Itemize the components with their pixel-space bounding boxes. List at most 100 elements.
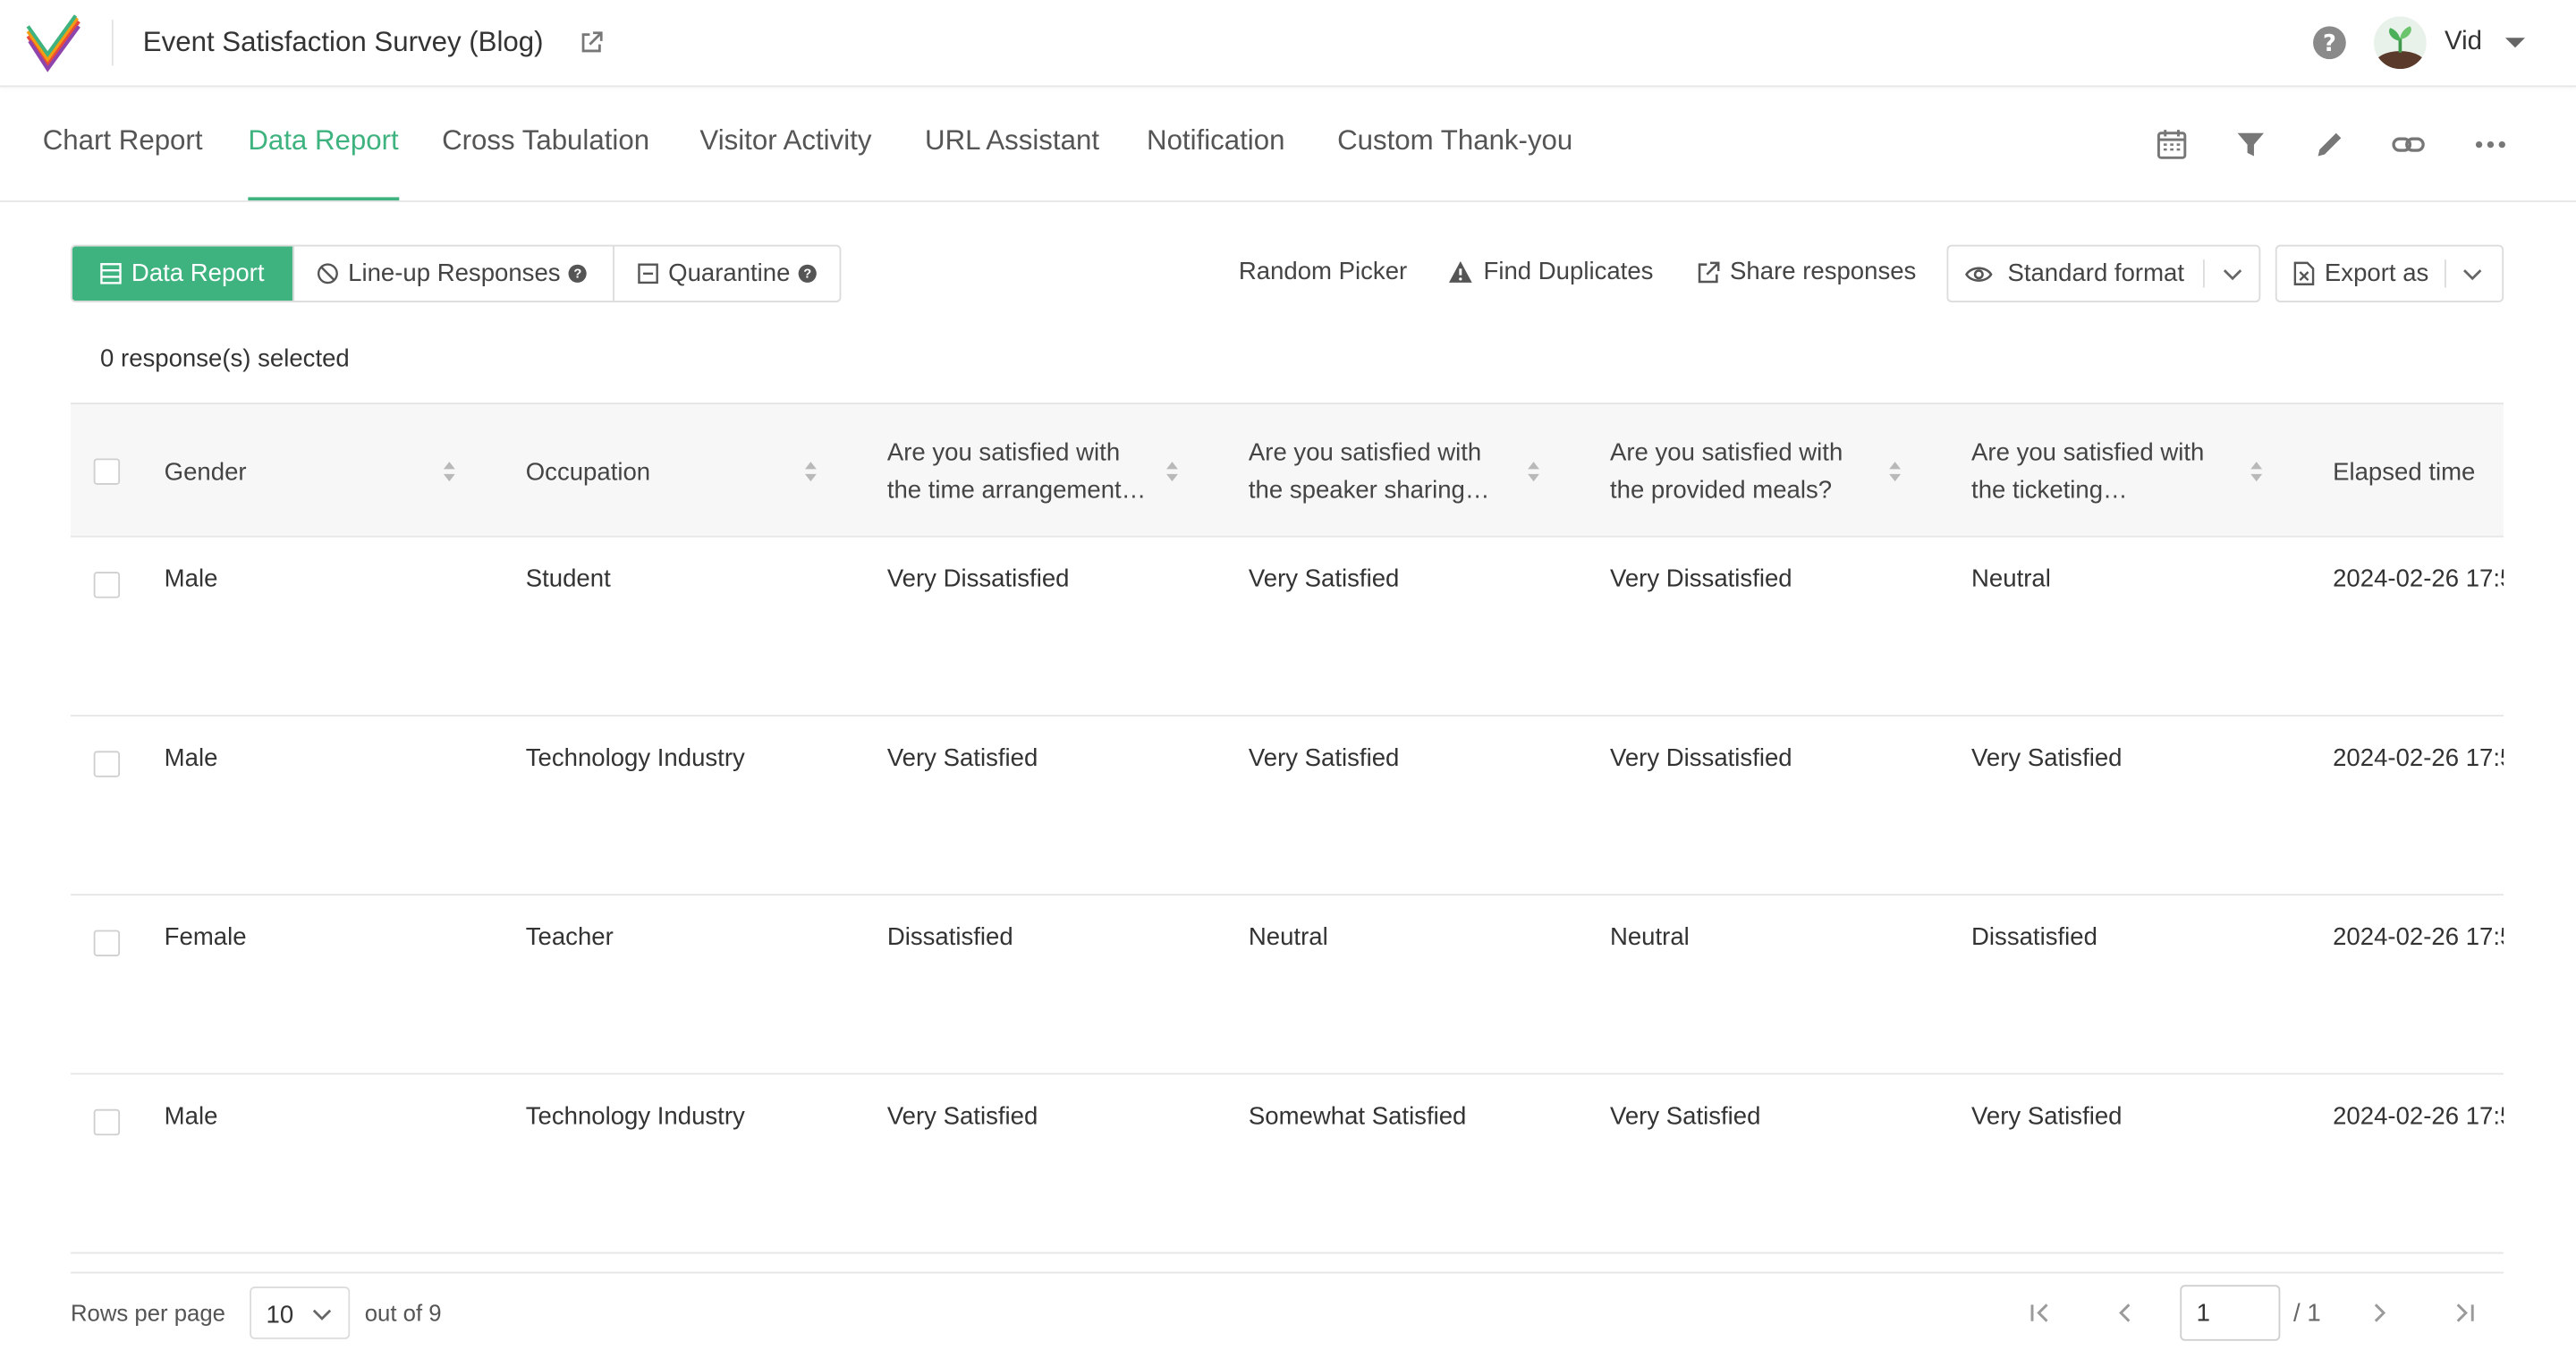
cell-elapsed-time: 2024-02-26 17:5 <box>2333 923 2504 952</box>
sort-icon[interactable] <box>1165 460 1180 483</box>
page-number-input[interactable]: 1 <box>2180 1285 2281 1341</box>
user-name[interactable]: Vid <box>2445 28 2482 57</box>
help-icon[interactable]: ? <box>798 264 817 283</box>
table-row[interactable]: Male Technology Industry Very Satisfied Som… <box>70 1074 2504 1254</box>
dropdown-divider <box>2202 259 2205 288</box>
table-icon <box>100 263 122 284</box>
rows-per-page-select[interactable]: 10 <box>250 1286 351 1339</box>
chevron-down-icon <box>2463 268 2483 280</box>
cell-provided-meals: Very Dissatisfied <box>1609 565 1792 594</box>
segment-quarantine[interactable]: Quarantine ? <box>614 247 840 301</box>
tab-custom-thank-you[interactable]: Custom Thank-you <box>1337 125 1572 158</box>
cell-provided-meals: Very Dissatisfied <box>1609 744 1792 773</box>
filter-icon[interactable] <box>2233 126 2268 162</box>
find-duplicates-button[interactable]: Find Duplicates <box>1447 258 1654 286</box>
column-header-line2: the speaker sharing… <box>1248 476 1490 505</box>
row-checkbox[interactable] <box>93 930 121 956</box>
cell-occupation: Technology Industry <box>525 744 745 773</box>
page-total: / 1 <box>2293 1299 2321 1329</box>
row-checkbox[interactable] <box>93 572 121 599</box>
share-responses-button[interactable]: Share responses <box>1697 258 1917 286</box>
segment-quarantine-label: Quarantine <box>668 259 791 288</box>
app-logo-icon[interactable] <box>23 14 82 74</box>
pencil-icon[interactable] <box>2311 126 2347 162</box>
tab-notification[interactable]: Notification <box>1147 125 1284 158</box>
external-link-icon[interactable] <box>579 30 605 55</box>
selection-summary: 0 response(s) selected <box>100 344 350 373</box>
cell-time-arrangement: Very Satisfied <box>886 1102 1038 1131</box>
cell-time-arrangement: Very Satisfied <box>886 744 1038 773</box>
sort-icon[interactable] <box>2249 460 2264 483</box>
app-root: Event Satisfaction Survey (Blog) ? Vid C… <box>0 0 2576 1367</box>
sort-icon[interactable] <box>803 460 818 483</box>
avatar[interactable] <box>2374 16 2427 70</box>
rows-per-page-value: 10 <box>266 1301 294 1329</box>
column-header-elapsed-time[interactable]: Elapsed time <box>2333 404 2504 539</box>
cell-time-arrangement: Very Dissatisfied <box>886 565 1070 594</box>
cell-speaker-sharing: Very Satisfied <box>1248 565 1400 594</box>
eye-icon <box>1965 266 1993 281</box>
table-row[interactable]: Male Student Very Dissatisfied Very Satisfi… <box>70 538 2504 717</box>
segment-data-report[interactable]: Data Report <box>72 246 294 301</box>
sort-icon[interactable] <box>1526 460 1541 483</box>
sort-icon[interactable] <box>442 460 457 483</box>
cell-provided-meals: Neutral <box>1609 923 1690 952</box>
cell-speaker-sharing: Somewhat Satisfied <box>1248 1102 1467 1131</box>
cell-gender: Male <box>164 565 218 594</box>
help-icon[interactable]: ? <box>2311 25 2347 61</box>
last-page-icon[interactable] <box>2451 1300 2477 1326</box>
help-icon[interactable]: ? <box>568 264 587 283</box>
chevron-down-icon <box>312 1309 332 1320</box>
format-dropdown[interactable]: Standard format <box>1946 244 2261 302</box>
next-page-icon[interactable] <box>2366 1300 2392 1326</box>
calendar-icon[interactable] <box>2154 126 2190 162</box>
ban-icon <box>317 263 338 284</box>
svg-text:?: ? <box>2323 30 2336 57</box>
column-header-line1: Are you satisfied with <box>1248 438 1482 467</box>
column-header-ticketing[interactable]: Are you satisfied with the ticketing… <box>1971 404 2250 539</box>
find-duplicates-label: Find Duplicates <box>1483 258 1654 286</box>
cell-speaker-sharing: Very Satisfied <box>1248 744 1400 773</box>
cell-ticketing: Very Satisfied <box>1971 744 2123 773</box>
previous-page-icon[interactable] <box>2113 1300 2139 1326</box>
format-label: Standard format <box>2007 259 2185 288</box>
chevron-down-icon[interactable] <box>2504 35 2527 51</box>
column-header-line2: the time arrangement… <box>886 476 1147 505</box>
first-page-icon[interactable] <box>2027 1300 2053 1326</box>
cell-ticketing: Very Satisfied <box>1971 1102 2123 1131</box>
external-link-icon <box>1698 260 1720 283</box>
column-header-time-arrangement[interactable]: Are you satisfied with the time arrangem… <box>887 404 1166 539</box>
cell-gender: Male <box>164 1102 218 1131</box>
chevron-down-icon <box>2223 268 2241 280</box>
cell-provided-meals: Very Satisfied <box>1609 1102 1761 1131</box>
column-header-line1: Occupation <box>525 457 651 486</box>
tab-chart-report[interactable]: Chart Report <box>43 125 203 158</box>
more-icon[interactable] <box>2472 126 2508 162</box>
column-header-speaker-sharing[interactable]: Are you satisfied with the speaker shari… <box>1249 404 1528 539</box>
column-header-gender[interactable]: Gender <box>165 404 444 539</box>
tab-data-report[interactable]: Data Report <box>248 125 398 158</box>
tab-cross-tabulation[interactable]: Cross Tabulation <box>442 125 649 158</box>
table-header: Gender Occupation Are you satisfied with… <box>70 402 2504 539</box>
random-picker-button[interactable]: Random Picker <box>1239 258 1407 285</box>
segment-line-up-responses[interactable]: Line-up Responses ? <box>294 246 614 301</box>
tab-url-assistant[interactable]: URL Assistant <box>925 125 1099 158</box>
sort-icon[interactable] <box>1887 460 1902 483</box>
link-icon[interactable] <box>2390 126 2426 162</box>
row-checkbox[interactable] <box>93 751 121 777</box>
column-header-occupation[interactable]: Occupation <box>526 404 805 539</box>
row-checkbox[interactable] <box>93 1108 121 1136</box>
top-bar: Event Satisfaction Survey (Blog) ? Vid <box>0 0 2576 88</box>
column-header-provided-meals[interactable]: Are you satisfied with the provided meal… <box>1610 404 1889 539</box>
cell-gender: Male <box>164 744 218 773</box>
cell-occupation: Technology Industry <box>525 1102 745 1131</box>
share-responses-label: Share responses <box>1730 258 1917 286</box>
table-row[interactable]: Male Technology Industry Very Satisfied Ver… <box>70 717 2504 896</box>
table-row[interactable]: Female Teacher Dissatisfied Neutral Neutral D… <box>70 896 2504 1075</box>
tab-visitor-activity[interactable]: Visitor Activity <box>699 125 871 158</box>
select-all-checkbox[interactable] <box>93 458 121 485</box>
column-header-line2: the ticketing… <box>1971 476 2128 505</box>
export-dropdown[interactable]: Export as <box>2275 244 2504 302</box>
header-divider <box>111 20 114 66</box>
column-header-line1: Elapsed time <box>2333 457 2476 486</box>
